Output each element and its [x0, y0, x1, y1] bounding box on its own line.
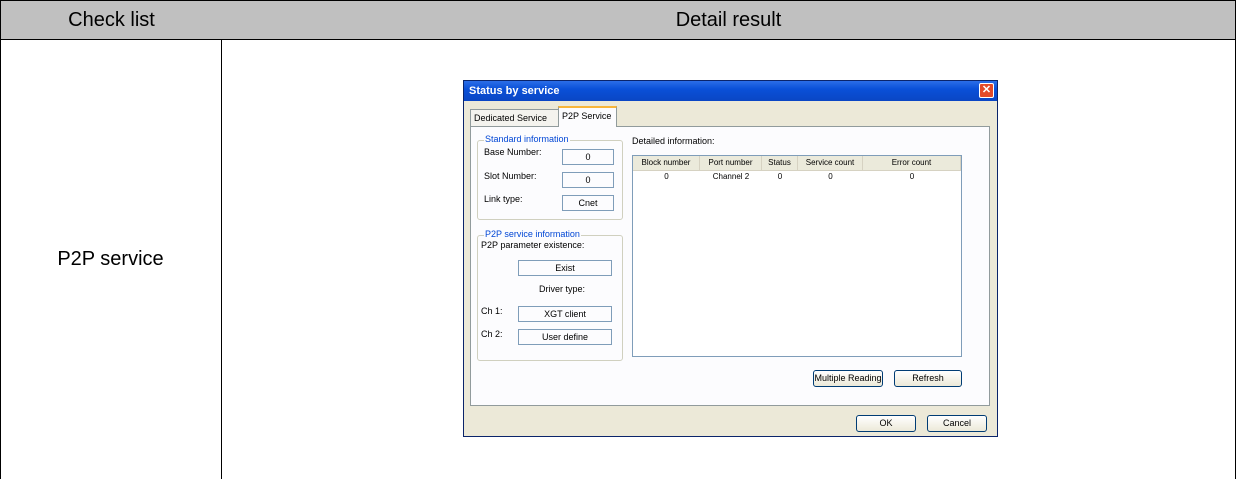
- table-column-divider: [221, 39, 222, 479]
- standard-information-title: Standard information: [484, 134, 570, 144]
- column-block-number[interactable]: Block number: [633, 156, 700, 170]
- ch1-label: Ch 1:: [481, 306, 503, 316]
- slot-number-field[interactable]: 0: [562, 172, 614, 188]
- dialog-titlebar: Status by service ✕: [464, 81, 997, 101]
- column-error-count[interactable]: Error count: [863, 156, 961, 170]
- slot-number-label: Slot Number:: [484, 171, 537, 181]
- column-port-number[interactable]: Port number: [700, 156, 762, 170]
- row-label-p2p-service: P2P service: [57, 247, 164, 270]
- header-detail-result: Detail result: [222, 0, 1236, 40]
- standard-information-group: Standard information Base Number: 0 Slot…: [477, 134, 623, 220]
- tab-dedicated-service[interactable]: Dedicated Service: [470, 109, 559, 126]
- cell-block-number[interactable]: 0: [633, 171, 700, 183]
- detailed-information-list[interactable]: Block number Port number Status Service …: [632, 155, 962, 357]
- cancel-button[interactable]: Cancel: [927, 415, 987, 432]
- refresh-button[interactable]: Refresh: [894, 370, 962, 387]
- link-type-field[interactable]: Cnet: [562, 195, 614, 211]
- p2p-parameter-existence-field[interactable]: Exist: [518, 260, 612, 276]
- cell-error-count[interactable]: 0: [863, 171, 961, 183]
- base-number-label: Base Number:: [484, 147, 542, 157]
- header-check-list: Check list: [0, 0, 223, 40]
- close-icon[interactable]: ✕: [979, 83, 994, 98]
- ok-button[interactable]: OK: [856, 415, 916, 432]
- column-service-count[interactable]: Service count: [798, 156, 863, 170]
- ch1-driver-field[interactable]: XGT client: [518, 306, 612, 322]
- detailed-information-label: Detailed information:: [632, 136, 715, 146]
- link-type-label: Link type:: [484, 194, 523, 204]
- ch2-driver-field[interactable]: User define: [518, 329, 612, 345]
- list-header: Block number Port number Status Service …: [633, 156, 961, 171]
- cell-port-number[interactable]: Channel 2: [700, 171, 762, 183]
- column-status[interactable]: Status: [762, 156, 798, 170]
- cell-status[interactable]: 0: [762, 171, 798, 183]
- dialog-title: Status by service: [469, 85, 560, 97]
- ch2-label: Ch 2:: [481, 329, 503, 339]
- p2p-service-information-title: P2P service information: [484, 229, 581, 239]
- tab-p2p-service[interactable]: P2P Service: [558, 106, 617, 127]
- p2p-tab-panel: Standard information Base Number: 0 Slot…: [470, 126, 990, 406]
- p2p-parameter-existence-label: P2P parameter existence:: [481, 240, 585, 250]
- p2p-service-information-group: P2P service information P2P parameter ex…: [477, 229, 623, 361]
- driver-type-label: Driver type:: [539, 284, 586, 294]
- cell-service-count[interactable]: 0: [798, 171, 863, 183]
- base-number-field[interactable]: 0: [562, 149, 614, 165]
- status-by-service-dialog: Status by service ✕ Dedicated Service P2…: [463, 80, 998, 437]
- multiple-reading-button[interactable]: Multiple Reading: [813, 370, 883, 387]
